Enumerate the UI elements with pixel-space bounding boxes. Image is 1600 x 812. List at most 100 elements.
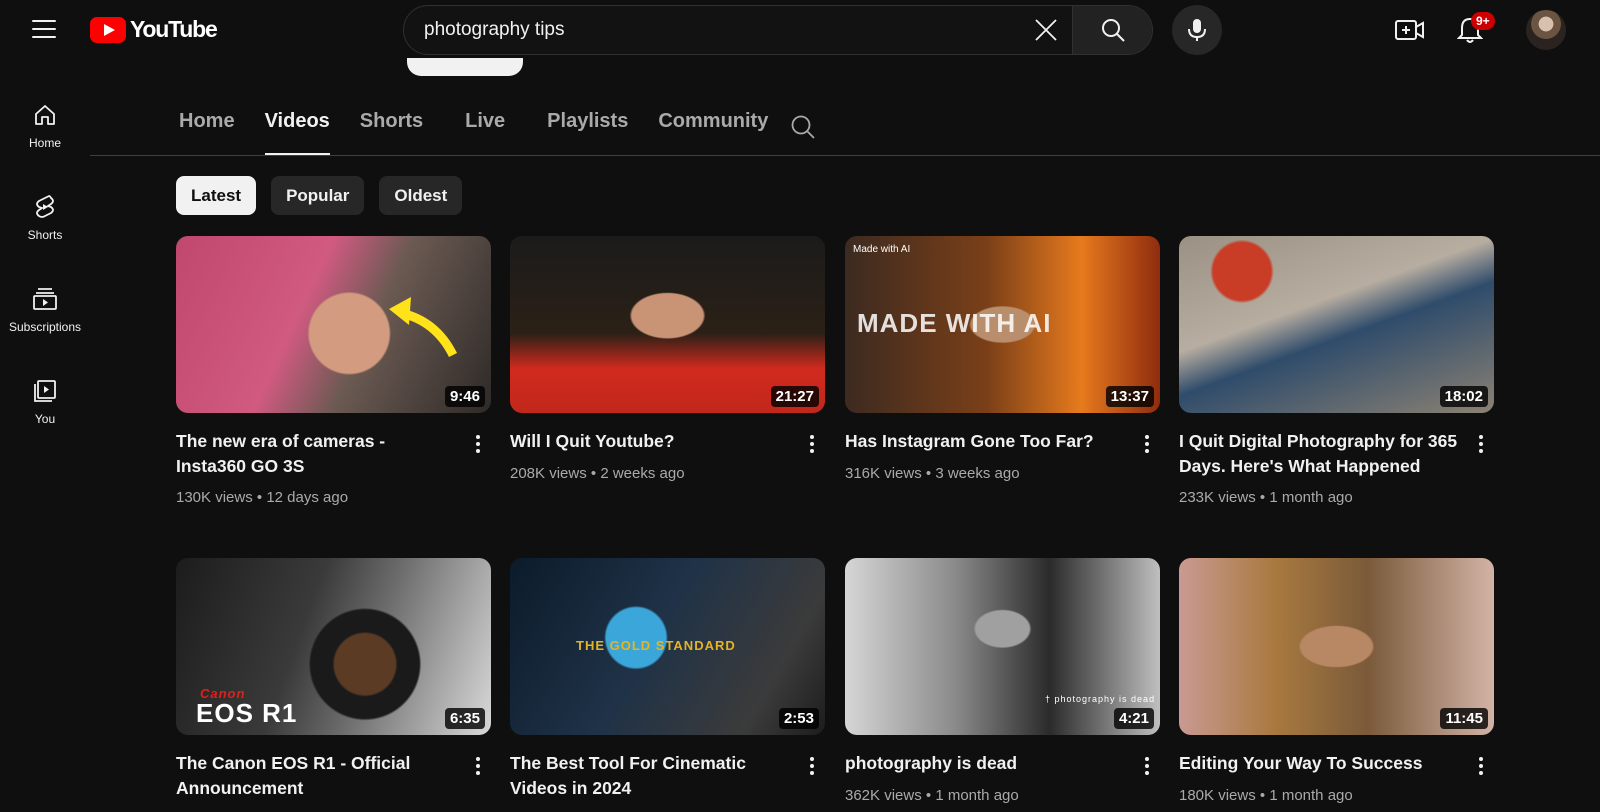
video-thumbnail[interactable]: 18:02 (1179, 236, 1494, 413)
chip-popular[interactable]: Popular (271, 176, 365, 215)
sidebar-item-shorts[interactable]: Shorts (0, 172, 90, 264)
voice-search-button[interactable] (1172, 5, 1222, 55)
youtube-logo[interactable]: YouTube (90, 16, 218, 43)
view-count: 208K views (510, 465, 587, 482)
tab-community[interactable]: Community (658, 110, 768, 156)
sidebar-item-label: Subscriptions (8, 320, 82, 334)
video-thumbnail[interactable]: 11:45 (1179, 558, 1494, 735)
upload-age: 2 weeks ago (600, 465, 685, 482)
close-icon (1035, 19, 1057, 41)
top-bar: YouTube 9+ (0, 0, 1600, 58)
video-duration: 18:02 (1439, 386, 1488, 407)
tab-home[interactable]: Home (179, 110, 235, 156)
video-card[interactable]: 9:46 The new era of cameras - Insta360 G… (176, 236, 491, 506)
youtube-play-icon (90, 16, 126, 43)
more-options-button[interactable] (800, 432, 824, 456)
home-icon (32, 102, 58, 128)
video-duration: 6:35 (444, 708, 485, 729)
search-icon (1101, 19, 1125, 42)
view-count: 180K views (1179, 787, 1256, 804)
more-options-button[interactable] (1135, 754, 1159, 778)
video-meta: 208K views • 2 weeks ago (510, 465, 685, 482)
more-options-button[interactable] (1469, 432, 1493, 456)
video-card[interactable]: Made with AI MADE WITH AI 13:37 Has Inst… (845, 236, 1160, 482)
video-thumbnail[interactable]: Canon EOS R1 6:35 (176, 558, 491, 735)
notification-badge: 9+ (1471, 12, 1495, 30)
video-title[interactable]: Will I Quit Youtube? (510, 429, 790, 454)
avatar[interactable] (1526, 10, 1566, 50)
video-meta: 362K views • 1 month ago (845, 787, 1019, 804)
search-box (403, 5, 1153, 55)
video-title[interactable]: photography is dead (845, 751, 1125, 776)
video-title[interactable]: Has Instagram Gone Too Far? (845, 429, 1125, 454)
upload-age: 1 month ago (1269, 787, 1353, 804)
more-options-button[interactable] (1135, 432, 1159, 456)
thumbnail-overlay-text: THE GOLD STANDARD (576, 638, 736, 653)
shorts-icon (32, 194, 58, 220)
video-title[interactable]: Editing Your Way To Success (1179, 751, 1459, 776)
video-thumbnail[interactable]: 21:27 (510, 236, 825, 413)
sidebar-item-label: You (34, 412, 56, 426)
video-duration: 9:46 (444, 386, 485, 407)
sidebar-item-label: Shorts (27, 228, 63, 242)
video-title[interactable]: The Best Tool For Cinematic Videos in 20… (510, 751, 790, 801)
tab-live[interactable]: Live (465, 110, 505, 156)
meta-separator: • (256, 489, 263, 506)
create-button[interactable] (1393, 13, 1427, 47)
search-input[interactable] (404, 6, 1020, 54)
tab-videos[interactable]: Videos (264, 110, 331, 156)
sidebar-item-you[interactable]: You (0, 356, 90, 448)
sidebar: Home Shorts Subscriptions You (0, 80, 90, 448)
view-count: 130K views (176, 489, 253, 506)
video-card[interactable]: 21:27 Will I Quit Youtube? 208K views • … (510, 236, 825, 482)
logo-text: YouTube (130, 16, 218, 42)
more-options-button[interactable] (1469, 754, 1493, 778)
subscriptions-icon (32, 286, 58, 312)
video-title[interactable]: I Quit Digital Photography for 365 Days.… (1179, 429, 1459, 479)
made-with-ai-badge: Made with AI (853, 244, 911, 255)
video-card[interactable]: Canon EOS R1 6:35 The Canon EOS R1 - Off… (176, 558, 491, 798)
library-icon (32, 378, 58, 404)
channel-tabs: Home Videos Shorts Live Playlists Commun… (179, 110, 798, 156)
video-title[interactable]: The Canon EOS R1 - Official Announcement (176, 751, 456, 801)
video-meta: 316K views • 3 weeks ago (845, 465, 1020, 482)
upload-age: 12 days ago (266, 489, 349, 506)
tab-shorts[interactable]: Shorts (360, 110, 423, 156)
sidebar-item-subscriptions[interactable]: Subscriptions (0, 264, 90, 356)
clear-search-button[interactable] (1020, 6, 1072, 54)
video-card[interactable]: THE GOLD STANDARD 2:53 The Best Tool For… (510, 558, 825, 798)
video-duration: 13:37 (1105, 386, 1154, 407)
video-card[interactable]: 18:02 I Quit Digital Photography for 365… (1179, 236, 1494, 506)
video-title[interactable]: The new era of cameras - Insta360 GO 3S (176, 429, 456, 479)
video-card[interactable]: 11:45 Editing Your Way To Success 180K v… (1179, 558, 1494, 804)
more-options-button[interactable] (466, 432, 490, 456)
thumbnail-overlay-text: MADE WITH AI (857, 308, 1052, 338)
tab-playlists[interactable]: Playlists (547, 110, 628, 156)
create-video-icon (1395, 20, 1424, 40)
video-duration: 4:21 (1113, 708, 1154, 729)
menu-icon[interactable] (30, 16, 58, 42)
meta-separator: • (590, 465, 597, 482)
more-options-button[interactable] (800, 754, 824, 778)
chip-oldest[interactable]: Oldest (379, 176, 463, 215)
video-duration: 11:45 (1440, 708, 1488, 729)
video-card[interactable]: † photography is dead 4:21 photography i… (845, 558, 1160, 804)
video-duration: 2:53 (778, 708, 819, 729)
video-thumbnail[interactable]: THE GOLD STANDARD 2:53 (510, 558, 825, 735)
chip-latest[interactable]: Latest (176, 176, 257, 215)
sidebar-item-home[interactable]: Home (0, 80, 90, 172)
upload-age: 3 weeks ago (935, 465, 1020, 482)
video-thumbnail[interactable]: 9:46 (176, 236, 491, 413)
channel-search-button[interactable] (790, 114, 816, 140)
meta-separator: • (1259, 787, 1266, 804)
thumbnail-overlay-text: EOS R1 (196, 698, 298, 728)
sort-chips: Latest Popular Oldest (176, 176, 463, 215)
more-options-button[interactable] (466, 754, 490, 778)
search-icon (791, 115, 815, 139)
video-thumbnail[interactable]: † photography is dead 4:21 (845, 558, 1160, 735)
video-meta: 130K views • 12 days ago (176, 489, 348, 506)
video-thumbnail[interactable]: Made with AI MADE WITH AI 13:37 (845, 236, 1160, 413)
view-count: 362K views (845, 787, 922, 804)
search-button[interactable] (1072, 6, 1152, 54)
sidebar-item-label: Home (28, 136, 61, 150)
